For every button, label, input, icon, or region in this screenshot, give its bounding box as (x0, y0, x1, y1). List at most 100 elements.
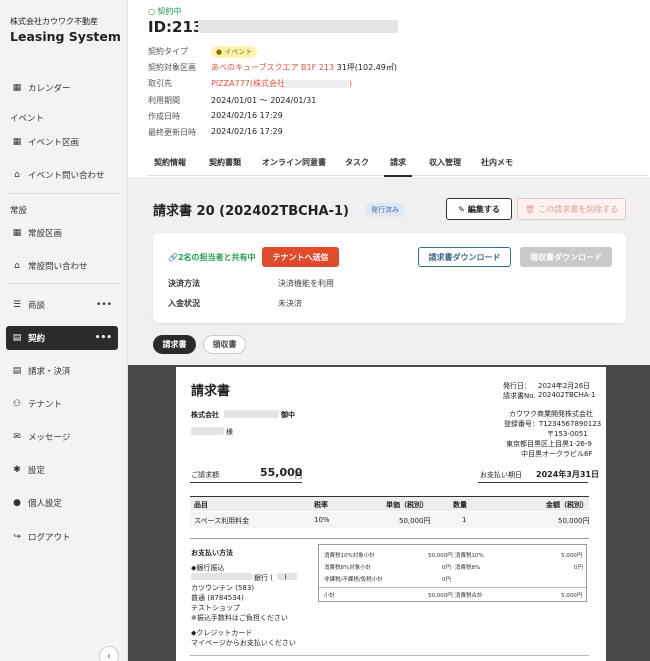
tab-billing[interactable]: 請求 (384, 157, 412, 177)
person-honorific: 様 (226, 428, 233, 436)
tax-label: 消費税8%対象小計 (324, 565, 372, 571)
doc-title: 請求書 (191, 384, 231, 399)
contract-id: ID:213 (148, 18, 204, 36)
chat-icon: ✉ (13, 432, 21, 442)
link-icon: 🔗 (168, 253, 178, 262)
grid-icon: ▦ (12, 228, 22, 238)
tax-label: 消費税10% (455, 553, 484, 559)
nav-deals[interactable]: ☰ 商談 ••• (6, 293, 118, 317)
divider (478, 482, 588, 483)
col-amount: 金額（税別） (546, 501, 588, 509)
system-name: Leasing System (10, 29, 121, 44)
trash-icon: 🗑 (524, 204, 536, 214)
invoice-no-label: 請求書No. (503, 392, 536, 400)
issuer-reg: 登録番号：T1234567890123 (504, 420, 602, 428)
contract-tabs: 契約情報 契約書類 オンライン同意書 タスク 請求 収入管理 社内メモ (148, 150, 648, 177)
nav-billing[interactable]: ▤ 請求・決済 (6, 359, 118, 383)
nav-label: 設定 (28, 466, 46, 476)
cell-qty: 1 (462, 516, 467, 524)
bank-holder: テストショップ (191, 604, 240, 612)
calendar-icon: ▦ (12, 83, 22, 93)
tax-value: 5,000円 (561, 553, 583, 559)
cell-amount: 50,000円 (558, 517, 590, 525)
bank-branch: カツウンテン (583) (191, 584, 255, 592)
contract-status: ○ 契約中 (148, 7, 182, 16)
tax-label: 消費税8% (455, 565, 481, 571)
divider (319, 587, 586, 588)
nav-event-sections[interactable]: ▦ イベント区画 (6, 130, 118, 154)
chevron-left-icon: ‹ (107, 650, 111, 661)
nav-label: カレンダー (28, 84, 71, 94)
nav-label: 常設区画 (28, 229, 63, 239)
amount-unit: 円 (295, 472, 302, 480)
tax-label: 消費税10%対象小計 (324, 553, 375, 559)
section-link[interactable]: あべのキューブスクエア B1F 213 (211, 63, 334, 72)
nav-contracts[interactable]: ▤ 契約 ••• (6, 326, 118, 350)
nav-label: 個人設定 (28, 499, 63, 509)
document-icon: ▤ (12, 333, 22, 343)
edit-button[interactable]: ✎ 編集する (446, 198, 512, 220)
tax-label: 非課税/不課税/免税小計 (324, 577, 383, 583)
tab-income[interactable]: 収入管理 (429, 157, 461, 168)
issue-date: 2024年2月26日 (538, 382, 591, 390)
tax-value: 0円 (574, 565, 583, 571)
nav-calendar[interactable]: ▦ カレンダー (6, 76, 118, 100)
more-icon[interactable]: ••• (96, 300, 112, 310)
invoice-no: 202402TBCHA-1 (538, 391, 596, 399)
nav-logout[interactable]: ↪ ログアウト (6, 525, 118, 549)
nav-label: 商談 (28, 301, 46, 311)
download-invoice-button[interactable]: 請求書ダウンロード (418, 247, 511, 267)
person-icon: ● (13, 498, 21, 508)
nav-event-inquiries[interactable]: ⌂ イベント問い合わせ (6, 163, 118, 187)
collapse-sidebar-button[interactable]: ‹ (99, 646, 119, 661)
tab-internal-memo[interactable]: 社内メモ (481, 157, 513, 168)
sidebar: 株式会社カウワク不動産 Leasing System ▦ カレンダー イベント … (0, 0, 128, 661)
redacted-text (191, 573, 253, 580)
nav-permanent-inquiries[interactable]: ⌂ 常設問い合わせ (6, 254, 118, 278)
nav-label: 常設問い合わせ (28, 262, 88, 272)
recipient-honorific: 御中 (281, 411, 295, 419)
issuer-addr1: 東京都目黒区上目黒1-26-9 (506, 440, 592, 448)
nav-section-event: イベント (10, 114, 45, 124)
card-note: マイページからお支払いください (191, 639, 296, 647)
partner-link[interactable]: PIZZA777(株式会社) (211, 78, 352, 89)
divider (6, 193, 120, 194)
cell-tax: 10% (314, 516, 330, 524)
delete-invoice-button[interactable]: 🗑 この請求書を削除する (517, 198, 626, 220)
tax-value: 50,000円 (428, 553, 453, 559)
nav-personal-settings[interactable]: ● 個人設定 (6, 491, 118, 515)
tab-contract-info[interactable]: 契約情報 (154, 157, 186, 168)
nav-label: ログアウト (28, 533, 71, 543)
tab-tasks[interactable]: タスク (345, 157, 369, 168)
cell-item: スペース利用料金 (194, 517, 250, 525)
redacted-text (224, 410, 279, 418)
grid-icon: ▦ (12, 137, 22, 147)
send-to-tenant-button[interactable]: テナントへ送信 (262, 247, 339, 267)
nav-permanent-sections[interactable]: ▦ 常設区画 (6, 221, 118, 245)
tab-contract-docs[interactable]: 契約書類 (209, 157, 241, 168)
tax-label: 消費税合計 (455, 593, 483, 599)
nav-label: イベント区画 (28, 138, 80, 148)
divider (6, 283, 120, 284)
nav-tenants[interactable]: ⚇ テナント (6, 392, 118, 416)
invoice-title: 請求書 20 (202402TBCHA-1) (153, 204, 349, 219)
circle-icon: ○ (148, 7, 155, 16)
download-receipt-button[interactable]: 領収書ダウンロード (520, 247, 612, 267)
nav-settings[interactable]: ✱ 設定 (6, 458, 118, 482)
payment-heading: お支払い方法 (191, 549, 233, 557)
pill-receipt[interactable]: 領収書 (203, 335, 246, 354)
more-icon[interactable]: ••• (95, 333, 112, 343)
pill-invoice[interactable]: 請求書 (153, 335, 196, 354)
col-item: 品目 (194, 501, 208, 509)
recipient-company: 株式会社 (191, 411, 219, 419)
event-badge: ● イベント (211, 46, 258, 58)
divider (190, 655, 589, 656)
tab-online-consent[interactable]: オンライン同意書 (262, 157, 326, 168)
document-icon: ▤ (12, 366, 22, 376)
list-icon: ☰ (12, 300, 22, 310)
redacted-text (198, 20, 398, 33)
tax-label: 小計 (324, 593, 336, 599)
bank-heading: ◆銀行振込 (191, 564, 225, 572)
shared-status[interactable]: 🔗2名の担当者と共有中 (168, 252, 256, 263)
nav-messages[interactable]: ✉ メッセージ (6, 425, 118, 449)
